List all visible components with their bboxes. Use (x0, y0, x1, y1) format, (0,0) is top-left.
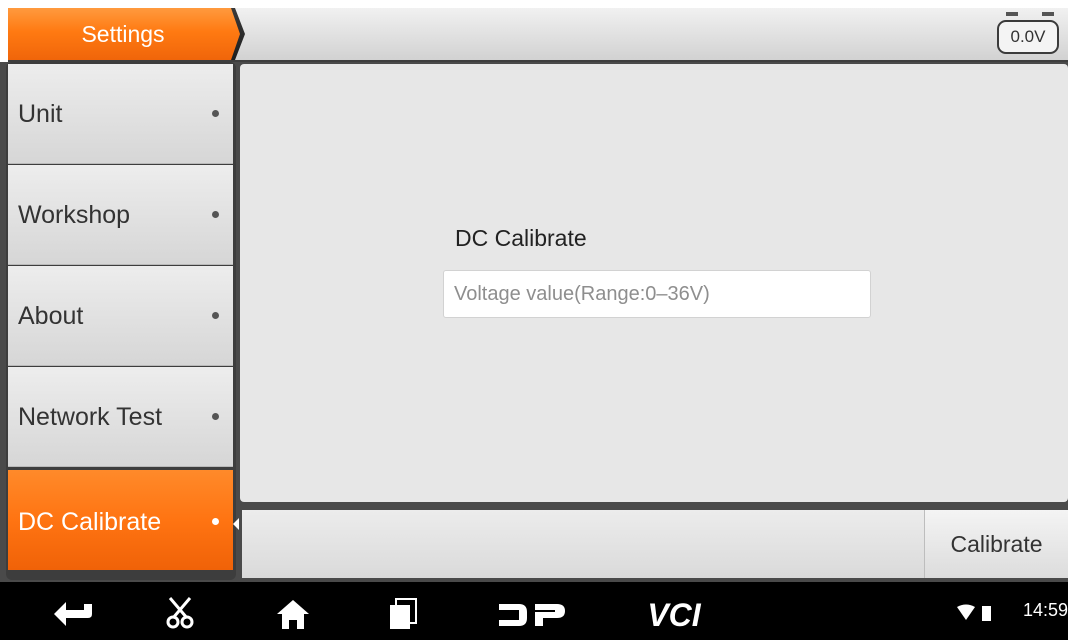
home-icon[interactable] (276, 598, 310, 630)
battery-terminal-right (1042, 12, 1054, 16)
bullet-icon (212, 413, 219, 420)
clock: 14:59 (1023, 600, 1068, 620)
bullet-icon (212, 312, 219, 319)
battery-terminal-left (1006, 12, 1018, 16)
sidebar-item-about[interactable]: About (8, 266, 233, 366)
sidebar-item-label: About (18, 302, 84, 330)
wifi-icon (957, 604, 975, 620)
calibrate-button[interactable]: Calibrate (924, 510, 1068, 578)
scissors-icon[interactable] (165, 596, 195, 630)
page-title: Settings (81, 21, 165, 47)
recent-apps-icon[interactable] (388, 598, 418, 630)
bullet-icon (212, 211, 219, 218)
sidebar-item-label: Workshop (18, 201, 131, 229)
bullet-icon (212, 518, 219, 525)
voltage-input[interactable] (443, 270, 871, 318)
sidebar-item-unit[interactable]: Unit (8, 64, 233, 164)
section-title: DC Calibrate (455, 225, 587, 251)
sidebar-item-workshop[interactable]: Workshop (8, 165, 233, 265)
sidebar-item-label: Network Test (18, 403, 163, 431)
active-item-pointer (233, 518, 239, 530)
bullet-icon (212, 110, 219, 117)
sidebar-item-dc-calibrate[interactable]: DC Calibrate (8, 470, 233, 570)
status-icons (957, 604, 991, 621)
battery-status-icon (982, 606, 991, 621)
sidebar-item-label: Unit (18, 100, 63, 128)
settings-screen: Settings 0.0V Unit Workshop About Networ… (0, 0, 1068, 640)
vci-logo-icon[interactable]: VCI (634, 598, 714, 630)
vci-label: VCI (647, 598, 701, 630)
dp-logo-icon[interactable] (497, 602, 567, 628)
sidebar-item-label: DC Calibrate (18, 508, 162, 536)
back-icon[interactable] (52, 600, 94, 628)
battery-voltage: 0.0V (1010, 27, 1046, 46)
sidebar-item-network-test[interactable]: Network Test (8, 367, 233, 467)
